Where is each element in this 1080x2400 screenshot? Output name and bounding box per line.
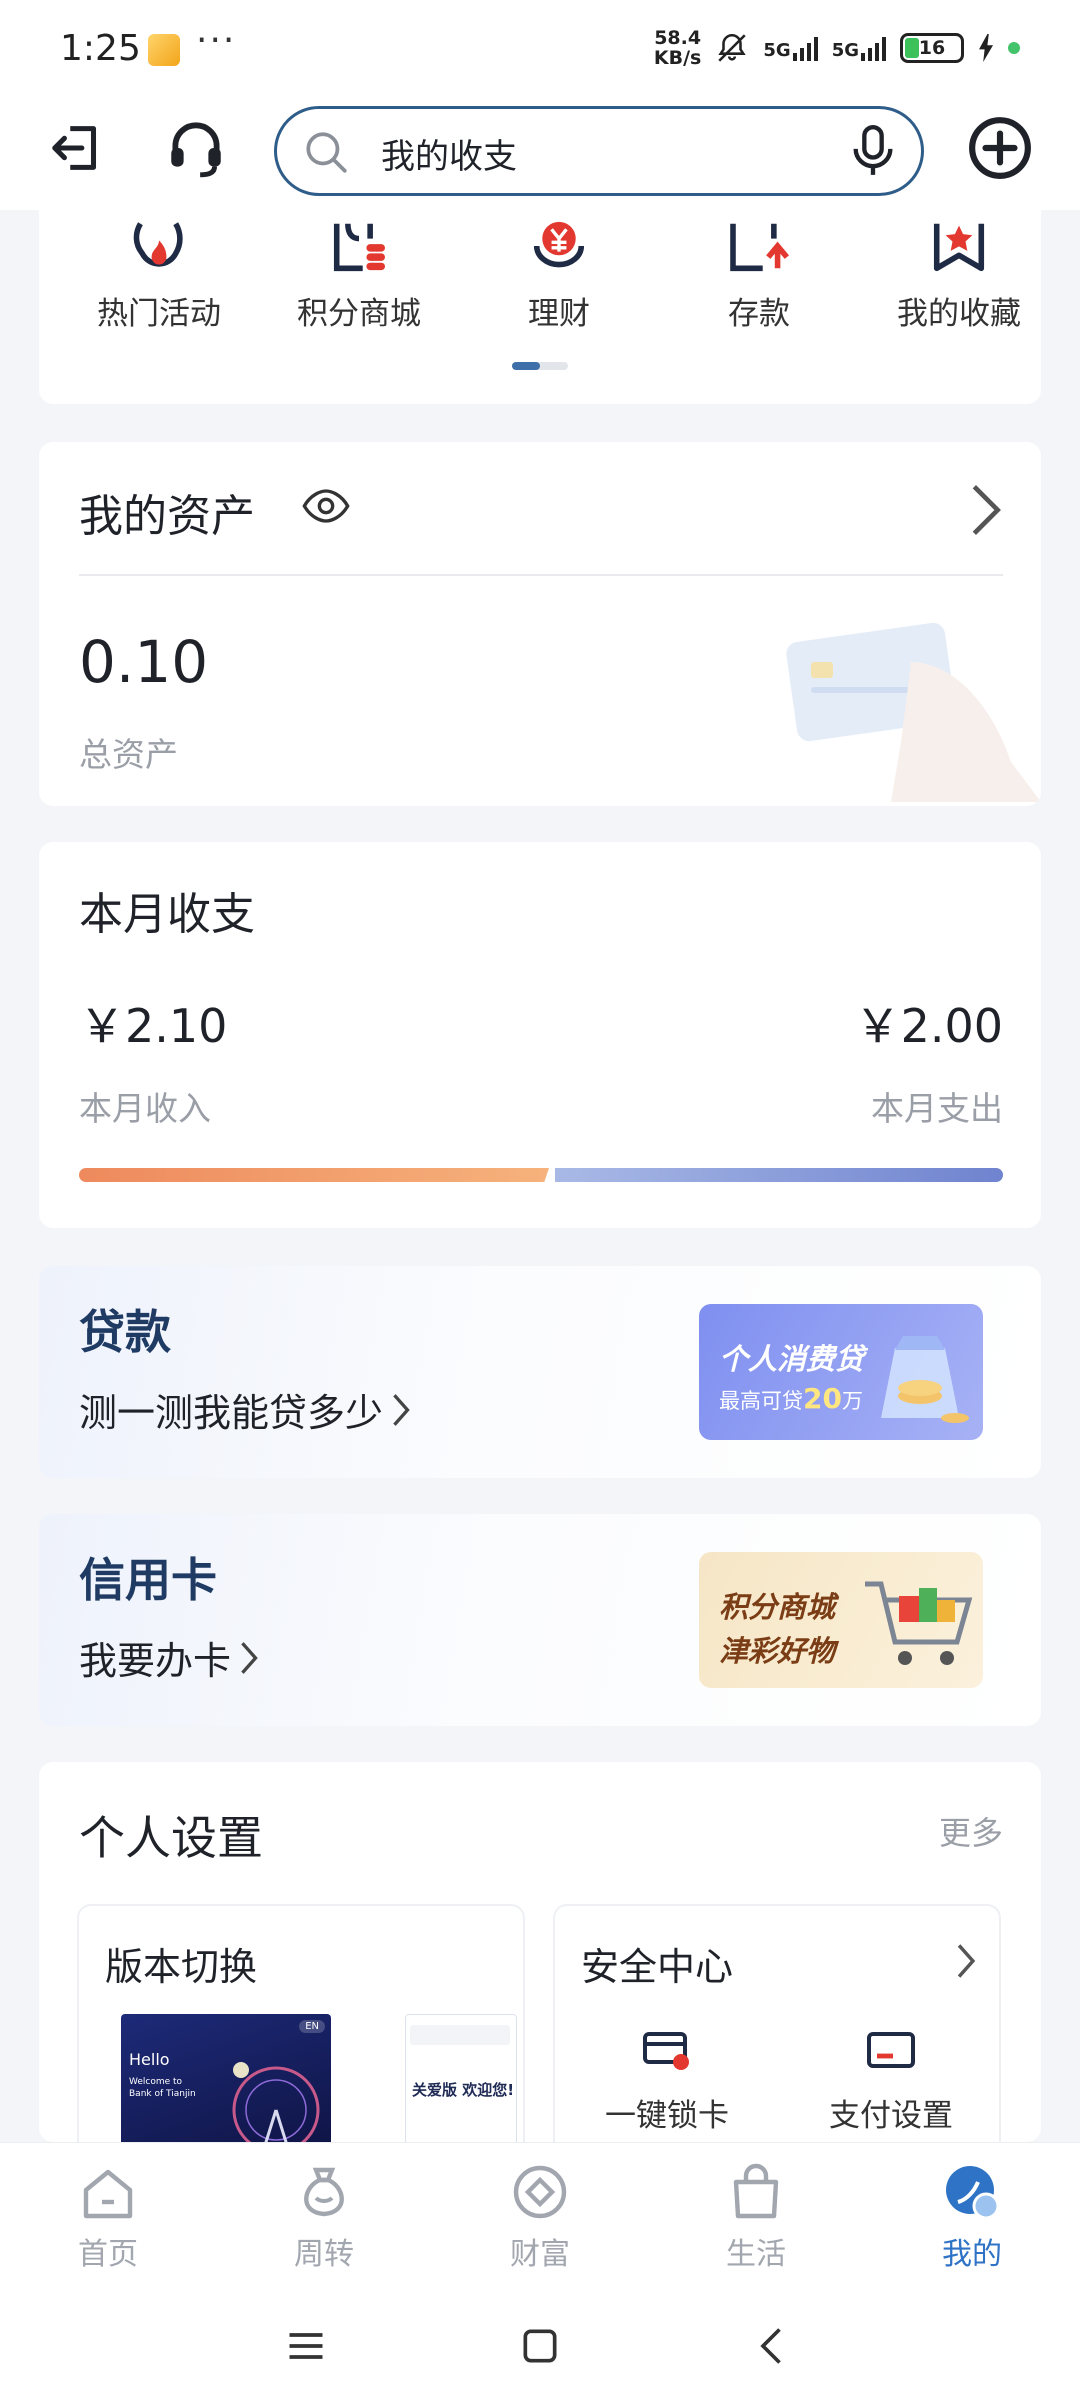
- monthly-summary-card[interactable]: 本月收支 ￥2.10 ￥2.00 本月收入 本月支出: [39, 842, 1041, 1228]
- search-bar[interactable]: 我的收支: [274, 106, 924, 196]
- home-icon: [83, 2169, 133, 2219]
- bookmark-icon: [933, 223, 985, 272]
- income-expense-ratio-bar: [79, 1168, 1003, 1182]
- headset-icon: [171, 122, 221, 178]
- signal-1-icon: 5G: [763, 35, 818, 61]
- security-center-card[interactable]: 安全中心 一键锁卡 支付设置: [553, 1904, 1001, 2142]
- add-button[interactable]: [962, 110, 1038, 186]
- consumer-loan-banner[interactable]: 个人消费贷 最高可贷20万: [699, 1304, 983, 1440]
- fire-icon: [133, 222, 183, 267]
- standard-version-preview[interactable]: Hello Welcome to Bank of Tianjin EN: [121, 2014, 331, 2142]
- my-assets-card[interactable]: 我的资产 0.10 总资产: [39, 442, 1041, 806]
- quick-item-wealth[interactable]: 理财: [459, 210, 659, 333]
- points-mall-icon: [333, 223, 385, 272]
- nav-turnover[interactable]: 周转: [254, 2157, 394, 2273]
- chevron-right-icon: [241, 1641, 258, 1674]
- quick-item-favorites[interactable]: 我的收藏: [859, 210, 1041, 333]
- privacy-dot: [1008, 42, 1020, 54]
- total-assets-label: 总资产: [79, 735, 178, 774]
- apply-card-link[interactable]: 我要办卡: [79, 1630, 259, 1685]
- version-switch-card[interactable]: 版本切换 Hello Welcome to Bank of Tianjin EN …: [77, 1904, 525, 2142]
- quick-item-hot-activities[interactable]: 热门活动: [59, 210, 259, 333]
- quick-item-points-mall[interactable]: 积分商城: [259, 210, 459, 333]
- card-hand-illustration: [786, 622, 1041, 802]
- monthly-expense-label: 本月支出: [871, 1089, 1003, 1128]
- profile-icon: [946, 2166, 1000, 2220]
- money-bag-illustration: [881, 1336, 969, 1423]
- assets-title: 我的资产: [79, 491, 255, 542]
- ferris-wheel-illustration: [232, 2062, 320, 2142]
- total-assets-amount: 0.10: [79, 628, 209, 696]
- nav-mine[interactable]: 我的: [902, 2157, 1042, 2273]
- top-bar: 我的收支: [0, 100, 1080, 210]
- status-time: 1:25: [60, 28, 141, 69]
- divider: [79, 574, 1003, 576]
- battery-icon: 16: [900, 33, 964, 63]
- deposit-icon: [730, 223, 789, 272]
- expense-bar: [555, 1168, 1003, 1182]
- personal-settings-card: 个人设置 更多 版本切换 Hello Welcome to Bank of Tia…: [39, 1762, 1041, 2142]
- loan-estimate-link[interactable]: 测一测我能贷多少: [79, 1382, 411, 1437]
- monthly-income-label: 本月收入: [79, 1089, 211, 1128]
- status-bar: 1:25 ··· 58.4 KB/s 5G 5G 16: [0, 0, 1080, 100]
- monthly-income-amount: ￥2.10: [79, 999, 228, 1053]
- credit-title: 信用卡: [79, 1553, 217, 1607]
- nav-life[interactable]: 生活: [686, 2157, 826, 2273]
- charging-icon: [979, 34, 993, 62]
- security-center-title: 安全中心: [581, 1945, 734, 1989]
- quick-item-deposit[interactable]: 存款: [659, 210, 859, 333]
- more-notifications-icon: ···: [196, 20, 237, 61]
- plus-circle-icon: [969, 117, 1031, 179]
- points-mall-banner[interactable]: 积分商城 津彩好物: [699, 1552, 983, 1688]
- chevron-right-icon: [957, 1944, 976, 1978]
- loan-card[interactable]: 贷款 测一测我能贷多少 个人消费贷 最高可贷20万: [39, 1266, 1041, 1478]
- lock-card-button[interactable]: 一键锁卡: [567, 2026, 767, 2135]
- version-switch-title: 版本切换: [105, 1945, 258, 1989]
- microphone-icon[interactable]: [851, 125, 895, 177]
- home-square-icon[interactable]: [518, 2324, 562, 2368]
- page-indicator: [512, 362, 568, 370]
- lock-card-icon: [643, 2032, 689, 2070]
- chevron-right-icon: [393, 1393, 410, 1426]
- signal-2-icon: 5G: [832, 35, 886, 61]
- wealth-diamond-icon: [513, 2165, 567, 2219]
- customer-service-button[interactable]: [158, 110, 234, 186]
- back-icon[interactable]: [752, 2324, 796, 2368]
- quick-menu: 热门活动 积分商城 理财 存款 我的收藏: [39, 210, 1041, 404]
- payment-settings-button[interactable]: 支付设置: [791, 2026, 991, 2135]
- payment-card-icon: [867, 2032, 915, 2068]
- system-nav-bar: [0, 2292, 1080, 2400]
- chevron-right-icon[interactable]: [969, 482, 1003, 538]
- menu-icon[interactable]: [284, 2324, 328, 2368]
- nav-home[interactable]: 首页: [38, 2157, 178, 2273]
- monthly-title: 本月收支: [79, 889, 255, 940]
- monthly-expense-amount: ￥2.00: [854, 999, 1003, 1053]
- nav-wealth[interactable]: 财富: [470, 2157, 610, 2273]
- search-input[interactable]: 我的收支: [381, 129, 517, 178]
- logout-icon: [52, 126, 97, 170]
- income-bar: [79, 1168, 550, 1182]
- notes-app-icon: [148, 34, 180, 66]
- credit-card-card[interactable]: 信用卡 我要办卡 积分商城 津彩好物: [39, 1514, 1041, 1726]
- care-version-preview[interactable]: 关爱版 欢迎您!: [405, 2014, 517, 2142]
- logout-button[interactable]: [40, 110, 116, 186]
- shopping-bag-icon: [733, 2163, 779, 2219]
- wealth-yen-icon: [533, 221, 585, 268]
- eye-icon[interactable]: [301, 486, 351, 526]
- search-icon: [306, 132, 347, 173]
- settings-more-link[interactable]: 更多: [939, 1808, 1003, 1854]
- money-bag-icon: [304, 2167, 344, 2217]
- bottom-nav: 首页 周转 财富 生活 我的: [0, 2142, 1080, 2292]
- network-speed: 58.4 KB/s: [653, 27, 702, 69]
- shopping-cart-illustration: [865, 1581, 973, 1665]
- bell-muted-icon: [718, 33, 747, 62]
- loan-title: 贷款: [79, 1305, 171, 1359]
- settings-title: 个人设置: [79, 1811, 263, 1865]
